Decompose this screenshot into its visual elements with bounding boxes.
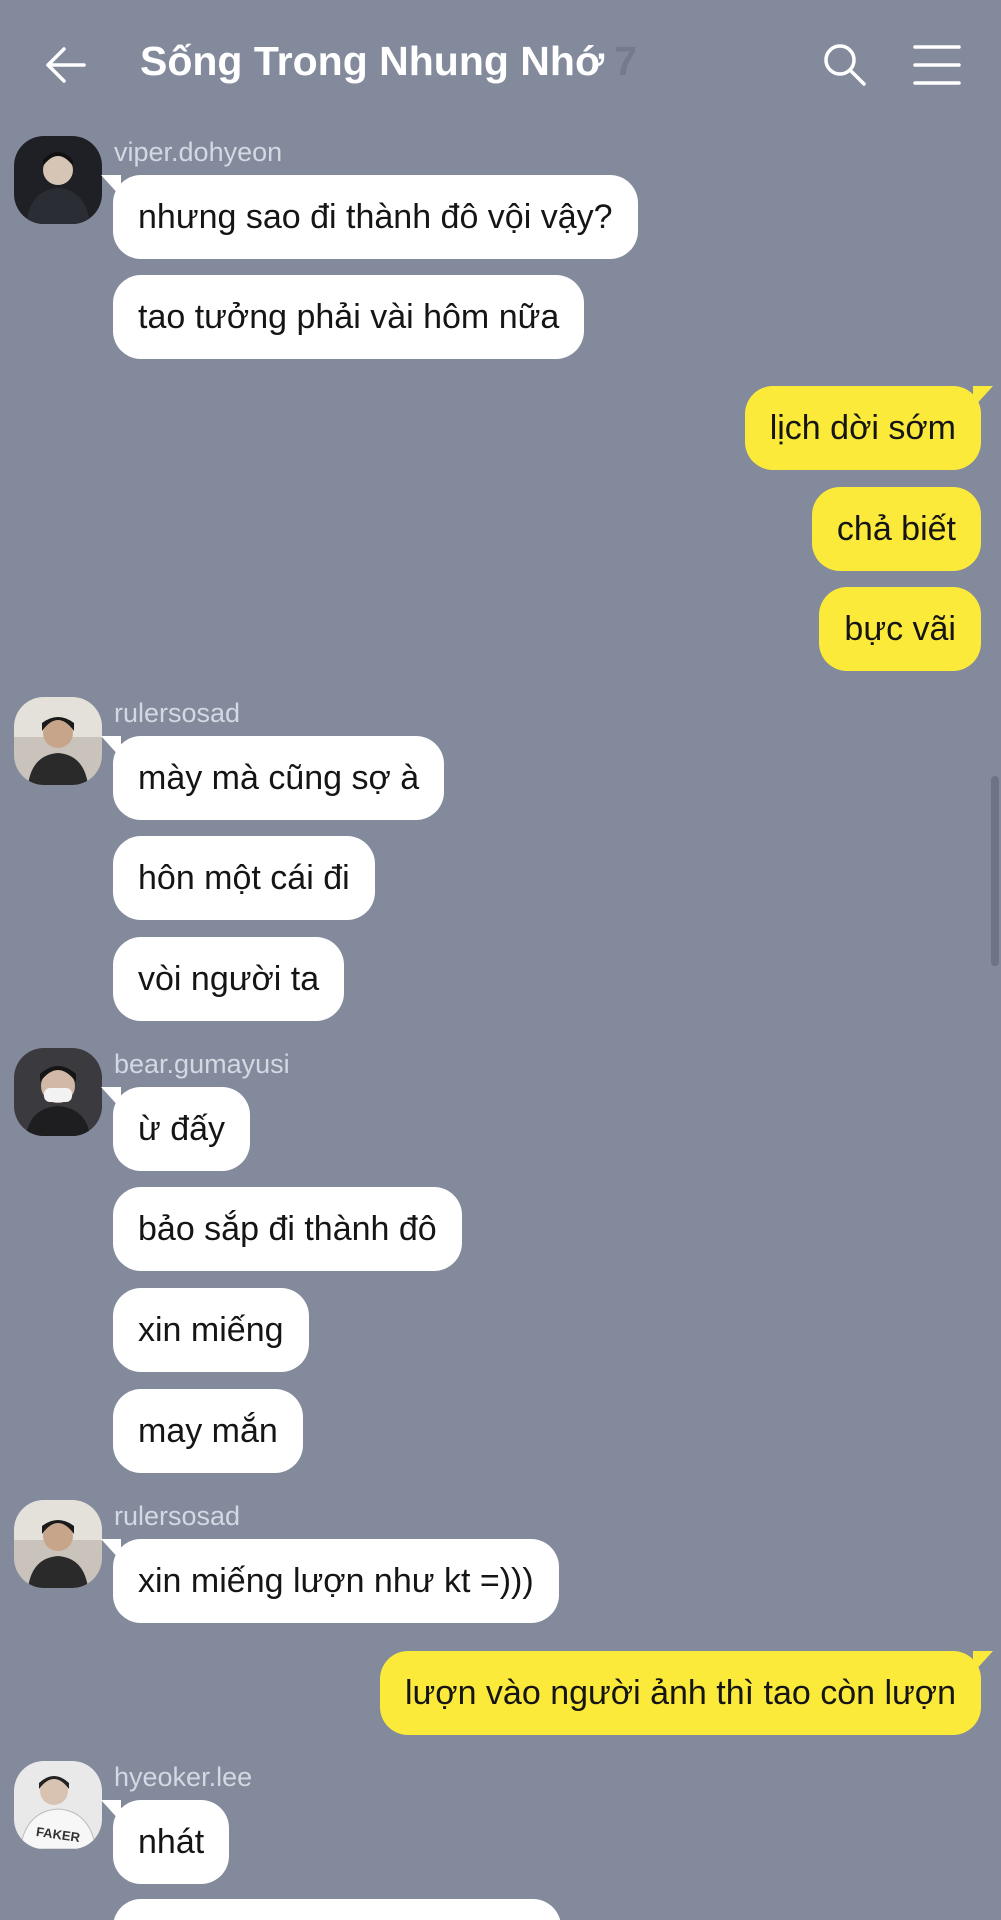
sender-name: viper.dohyeon [114,137,283,167]
scrollbar[interactable] [991,776,999,966]
sender-name: rulersosad [114,1501,241,1531]
message-bubble[interactable]: tao tưởng phải vài hôm nữa [113,275,585,359]
avatar-viper[interactable] [14,136,102,224]
message-bubble[interactable]: nhát [100,1800,230,1884]
back-button[interactable] [40,40,90,90]
message-bubble[interactable]: mày mà cũng sợ à [100,736,445,820]
avatar-ruler[interactable] [14,697,102,785]
chat-title-text: Sống Trong Nhung Nhớ [140,38,605,84]
message-bubble[interactable]: ừ đấy [100,1087,251,1171]
search-icon [824,44,866,86]
sender-name: rulersosad [114,698,241,728]
chat-header: Sống Trong Nhung Nhớ 7 [0,0,1001,130]
avatar-gumayusi[interactable] [14,1048,102,1136]
menu-icon [913,45,961,85]
message-bubble[interactable]: hôn một cái đi [113,836,375,920]
sender-name: bear.gumayusi [114,1049,290,1079]
my-message-bubble[interactable]: bực vãi [819,587,981,671]
message-bubble[interactable]: xin miếng [113,1288,309,1372]
chat-screen: Sống Trong Nhung Nhớ 7 viper.dohyeon nhưn… [0,0,1001,1920]
message-bubble[interactable]: vòi người ta [113,937,345,1021]
menu-button[interactable] [912,40,962,90]
avatar-ruler[interactable] [14,1500,102,1588]
my-message-bubble[interactable]: lượn vào người ảnh thì tao còn lượn [379,1651,994,1735]
message-bubble-partial[interactable] [113,1899,561,1920]
arrow-left-icon [46,47,86,83]
message-bubble[interactable]: may mắn [113,1389,303,1473]
sender-name: hyeoker.lee [114,1762,253,1792]
message-bubble[interactable]: bảo sắp đi thành đô [113,1187,462,1271]
avatar-faker[interactable]: FAKER [14,1761,102,1849]
member-count: 7 [614,38,637,84]
message-bubble[interactable]: xin miếng lượn như kt =))) [101,1539,559,1623]
my-message-bubble[interactable]: chả biết [811,487,981,571]
message-bubble[interactable]: nhưng sao đi thành đô vội vậy? [101,175,638,259]
search-button[interactable] [820,40,870,90]
chat-title: Sống Trong Nhung Nhớ 7 [140,38,637,85]
my-message-bubble[interactable]: lịch dời sớm [744,386,994,470]
